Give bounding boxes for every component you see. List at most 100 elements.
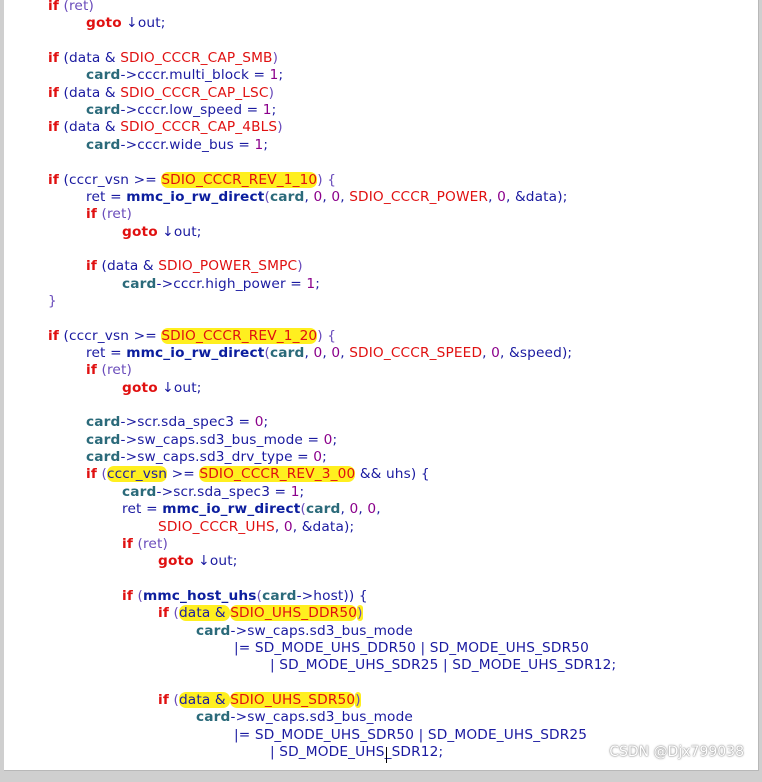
code-token: ;	[322, 449, 327, 466]
highlighted-token: cccr_vsn	[106, 466, 168, 483]
code-token: && uhs) {	[355, 466, 430, 483]
code-token: ) {	[317, 171, 337, 188]
code-token: if	[122, 587, 133, 604]
code-token: , &data);	[292, 518, 355, 535]
code-token: ->cccr.multi_block =	[120, 67, 270, 84]
code-token: card	[262, 587, 297, 604]
code-token: 0	[349, 501, 359, 518]
highlighted-token: SDIO_CCCR_REV_3_00	[199, 466, 356, 483]
code-line: if (data & SDIO_UHS_DDR50)	[158, 605, 363, 622]
code-token: card	[86, 414, 121, 431]
code-token: SDIO_CCCR_CAP_LSC	[120, 84, 269, 101]
code-token: if	[48, 0, 59, 14]
code-token: card	[269, 345, 305, 361]
code-token: 0	[313, 188, 323, 205]
code-token: ;	[263, 136, 269, 153]
code-line: card->scr.sda_spec3 = 0;	[86, 414, 268, 431]
code-token: (ret)	[132, 535, 168, 552]
code-token: ->host)) {	[296, 587, 368, 604]
code-token: ,	[482, 345, 492, 361]
code-line: card->cccr.high_power = 1;	[122, 276, 320, 293]
code-token: if	[48, 327, 59, 344]
code-token: )	[272, 50, 279, 67]
code-token: (ret)	[58, 0, 94, 14]
code-line: card->scr.sda_spec3 = 1;	[122, 484, 304, 501]
code-token: goto	[86, 15, 122, 32]
code-line: if (mmc_host_uhs(card->host)) {	[122, 588, 368, 605]
code-token: >=	[167, 466, 200, 483]
code-token: 0	[313, 345, 323, 361]
code-token: ,	[488, 188, 498, 205]
code-token: ↓out;	[157, 379, 202, 396]
code-token: (	[96, 466, 107, 483]
code-token: SDIO_POWER_SMPC	[158, 258, 298, 275]
code-token: card	[86, 431, 121, 448]
code-token: if	[122, 535, 133, 552]
code-line: |= SD_MODE_UHS_DDR50 | SD_MODE_UHS_SDR50	[234, 640, 589, 657]
code-token: (ret)	[96, 362, 132, 379]
code-token: ;	[315, 275, 320, 292]
code-line: }	[48, 293, 57, 310]
code-token: ->sw_caps.sd3_bus_mode =	[120, 431, 324, 448]
code-token: ;	[332, 431, 338, 448]
code-token: 0	[331, 345, 341, 361]
code-token: |= SD_MODE_UHS_DDR50 | SD_MODE_UHS_SDR50	[234, 639, 589, 656]
code-token: if	[48, 50, 59, 67]
code-line: if (ret)	[86, 206, 132, 223]
code-line: card->sw_caps.sd3_bus_mode = 0;	[86, 432, 337, 449]
code-token: ,	[322, 345, 332, 361]
code-token: | SD_MODE_UHS_SDR25 | SD_MODE_UHS_SDR12;	[270, 657, 617, 674]
code-line: | SD_MODE_UHS_SDR12;	[270, 744, 443, 761]
code-token: ->scr.sda_spec3 =	[156, 483, 291, 500]
highlighted-token: SDIO_UHS_DDR50	[230, 605, 358, 622]
code-token: card	[86, 449, 121, 466]
code-token: if	[86, 258, 97, 275]
text-cursor	[386, 747, 387, 763]
code-line: if (data & SDIO_CCCR_CAP_LSC)	[48, 85, 274, 102]
code-token: (	[132, 587, 143, 604]
code-token: mmc_io_rw_direct	[126, 345, 265, 361]
code-line: |= SD_MODE_UHS_SDR50 | SD_MODE_UHS_SDR25	[234, 727, 587, 744]
code-token: ;	[271, 102, 277, 119]
code-token: if	[48, 171, 59, 188]
code-token: ↓out;	[157, 223, 202, 240]
code-line: card->cccr.multi_block = 1;	[86, 67, 283, 84]
highlighted-token: SDIO_CCCR_REV_1_20	[161, 327, 318, 344]
code-line: ret = mmc_io_rw_direct(card, 0, 0,	[122, 501, 381, 518]
code-token: 1	[262, 102, 272, 119]
code-token: ;	[278, 67, 284, 84]
code-token: mmc_host_uhs	[142, 587, 257, 604]
code-token: (	[168, 692, 179, 708]
code-token: ->scr.sda_spec3 =	[120, 414, 255, 431]
code-line: if (data & SDIO_CCCR_CAP_4BLS)	[48, 119, 283, 136]
code-token: ,	[274, 518, 284, 535]
code-token: ,	[340, 188, 350, 205]
highlighted-token: )	[357, 605, 363, 622]
code-token: SDIO_CCCR_CAP_4BLS	[120, 119, 278, 136]
code-token: )	[277, 119, 283, 136]
code-token: , &speed);	[500, 345, 573, 361]
code-line: goto ↓out;	[122, 224, 202, 241]
code-token: mmc_io_rw_direct	[162, 501, 301, 518]
code-token: card	[122, 275, 157, 292]
code-token: 0	[254, 414, 264, 431]
highlighted-token: )	[355, 692, 361, 708]
code-token: card	[86, 67, 121, 84]
highlighted-token: data &	[178, 692, 231, 708]
code-token: card	[269, 188, 305, 205]
code-line: if (data & SDIO_UHS_SDR50)	[158, 692, 361, 709]
code-token: card	[86, 136, 121, 153]
code-token: | SD_MODE_UHS_SDR12;	[270, 744, 444, 761]
code-line: if (cccr_vsn >= SDIO_CCCR_REV_3_00 && uh…	[86, 466, 430, 483]
code-line: goto ↓out;	[158, 553, 238, 570]
code-token: 0	[313, 449, 323, 466]
code-token: card	[122, 483, 157, 500]
code-token: (data &	[96, 258, 159, 275]
code-token: ) {	[317, 327, 337, 344]
code-token: ,	[322, 188, 332, 205]
code-token: )	[297, 258, 303, 275]
code-token: SDIO_CCCR_UHS	[158, 518, 275, 535]
highlighted-token: SDIO_CCCR_REV_1_10	[161, 171, 318, 188]
code-token: }	[48, 292, 57, 309]
code-token: ->cccr.high_power =	[156, 275, 307, 292]
